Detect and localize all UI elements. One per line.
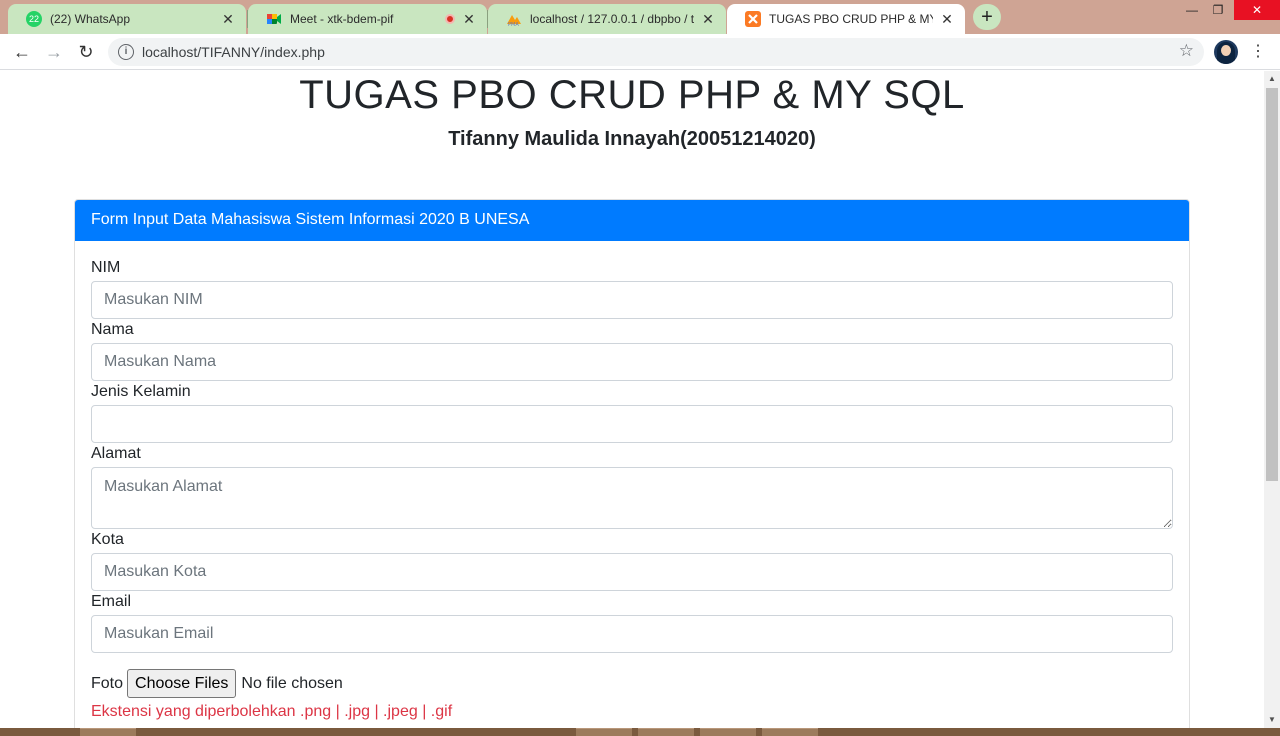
avatar-face xyxy=(1221,45,1231,56)
form-card: Form Input Data Mahasiswa Sistem Informa… xyxy=(74,199,1190,728)
form-card-header: Form Input Data Mahasiswa Sistem Informa… xyxy=(75,200,1189,241)
scroll-down-icon[interactable]: ▼ xyxy=(1264,712,1280,728)
taskbar-item[interactable] xyxy=(762,728,818,736)
kota-label: Kota xyxy=(91,531,124,548)
recording-indicator-icon xyxy=(445,14,455,24)
alamat-textarea[interactable] xyxy=(91,467,1173,529)
taskbar-item[interactable] xyxy=(700,728,756,736)
restore-window-button[interactable]: ❐ xyxy=(1202,0,1234,20)
nim-label: NIM xyxy=(91,259,121,276)
page-title: TUGAS PBO CRUD PHP & MY SQL xyxy=(299,73,965,117)
tab-whatsapp[interactable]: 22 (22) WhatsApp ✕ xyxy=(8,4,246,34)
close-window-button[interactable]: ✕ xyxy=(1234,0,1280,20)
email-label: Email xyxy=(91,593,132,610)
site-info-icon[interactable]: i xyxy=(118,44,134,60)
page-subtitle: Tifanny Maulida Innayah(20051214020) xyxy=(448,128,816,150)
taskbar-item[interactable] xyxy=(80,728,136,736)
scroll-up-icon[interactable]: ▲ xyxy=(1264,71,1280,87)
email-input[interactable] xyxy=(91,615,1173,653)
tab-meet[interactable]: Meet - xtk-bdem-pif ✕ xyxy=(248,4,487,34)
alamat-label: Alamat xyxy=(91,445,141,462)
forward-arrow-icon[interactable]: → xyxy=(42,40,66,64)
xampp-icon xyxy=(745,11,761,27)
bookmark-star-icon[interactable]: ☆ xyxy=(1179,41,1194,61)
scrollbar-thumb[interactable] xyxy=(1266,88,1278,481)
back-arrow-icon[interactable]: ← xyxy=(10,40,34,64)
tab-title: Meet - xtk-bdem-pif xyxy=(290,12,394,26)
jenis-kelamin-label: Jenis Kelamin xyxy=(91,383,191,400)
close-tab-icon[interactable]: ✕ xyxy=(700,11,716,28)
foto-label: Foto xyxy=(91,674,124,692)
tab-phpmyadmin[interactable]: PMA localhost / 127.0.0.1 / dbpbo / tr ✕ xyxy=(488,4,726,34)
tab-tugas-pbo[interactable]: TUGAS PBO CRUD PHP & MY SQ ✕ xyxy=(727,4,965,34)
nama-label: Nama xyxy=(91,321,134,338)
new-tab-button[interactable]: + xyxy=(973,4,1001,30)
url-text[interactable]: localhost/TIFANNY/index.php xyxy=(142,44,325,60)
kota-input[interactable] xyxy=(91,553,1173,591)
close-tab-icon[interactable]: ✕ xyxy=(461,11,477,28)
jenis-kelamin-input[interactable] xyxy=(91,405,1173,443)
close-tab-icon[interactable]: ✕ xyxy=(939,11,955,28)
address-bar[interactable]: i localhost/TIFANNY/index.php ☆ xyxy=(108,38,1204,66)
browser-menu-icon[interactable]: ⋮ xyxy=(1250,40,1266,64)
whatsapp-icon: 22 xyxy=(26,11,42,27)
taskbar-item[interactable] xyxy=(576,728,632,736)
page-content: TUGAS PBO CRUD PHP & MY SQL Tifanny Maul… xyxy=(0,71,1264,728)
foto-row: Foto Choose Files No file chosen xyxy=(91,669,343,698)
tab-title: TUGAS PBO CRUD PHP & MY SQ xyxy=(769,12,933,26)
choose-files-button[interactable]: Choose Files xyxy=(127,669,237,698)
close-tab-icon[interactable]: ✕ xyxy=(220,11,236,28)
browser-toolbar: ← → ↻ i localhost/TIFANNY/index.php ☆ xyxy=(0,34,1280,70)
tab-title: localhost / 127.0.0.1 / dbpbo / tr xyxy=(530,12,694,26)
taskbar-item[interactable] xyxy=(638,728,694,736)
tab-title: (22) WhatsApp xyxy=(50,12,131,26)
reload-icon[interactable]: ↻ xyxy=(74,40,98,64)
google-meet-icon xyxy=(266,11,282,27)
nim-input[interactable] xyxy=(91,281,1173,319)
allowed-extensions-hint: Ekstensi yang diperbolehkan .png | .jpg … xyxy=(91,703,453,720)
profile-avatar[interactable] xyxy=(1214,40,1238,64)
file-status-text: No file chosen xyxy=(241,674,343,692)
vertical-scrollbar[interactable]: ▲ ▼ xyxy=(1264,71,1280,728)
phpmyadmin-icon: PMA xyxy=(506,11,522,27)
svg-text:PMA: PMA xyxy=(508,22,519,27)
nama-input[interactable] xyxy=(91,343,1173,381)
